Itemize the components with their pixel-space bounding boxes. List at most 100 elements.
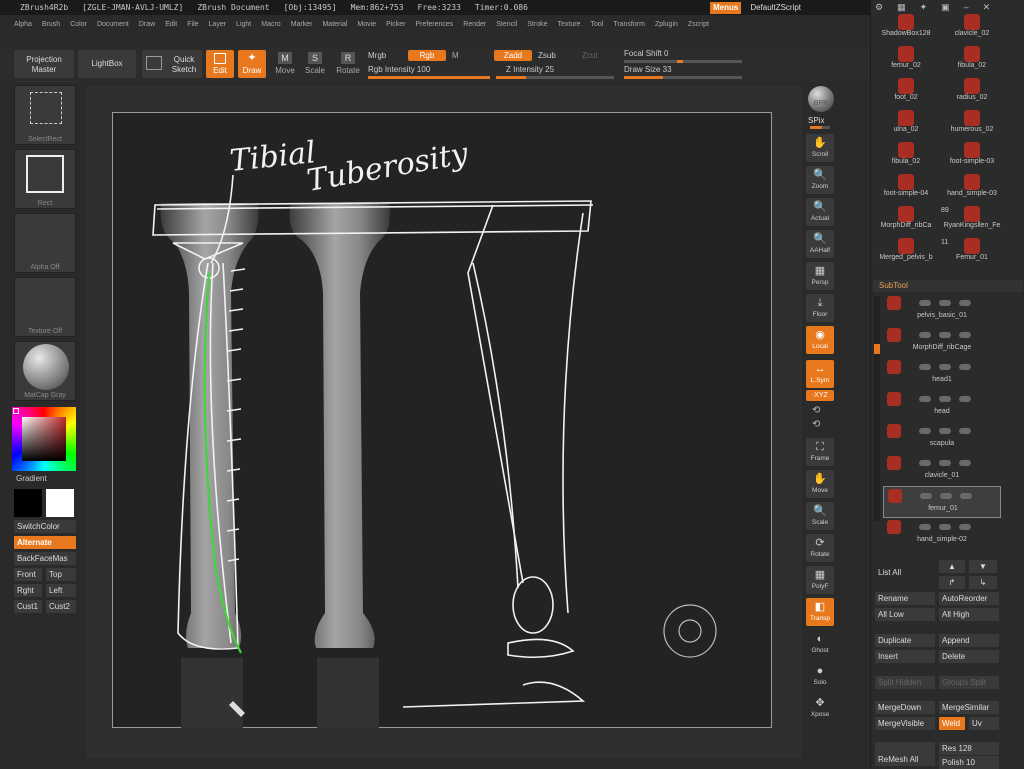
- selectrect-brush-tile[interactable]: SelectRect: [14, 85, 76, 145]
- subtool-toggle-icon[interactable]: [940, 493, 952, 499]
- subtool-row[interactable]: clavicle_01: [883, 454, 1001, 486]
- arrow-turn-down-button[interactable]: ↳: [969, 576, 997, 589]
- subtool-row[interactable]: MorphDiff_ribCage: [883, 326, 1001, 358]
- subtool-toggles[interactable]: [920, 491, 1000, 499]
- menu-stroke[interactable]: Stroke: [527, 21, 547, 28]
- tool-thumbnail[interactable]: ulna_02: [873, 110, 939, 142]
- lightbox-button[interactable]: LightBox: [78, 50, 136, 78]
- all-low-button[interactable]: All Low: [875, 608, 935, 621]
- m-button[interactable]: M: [452, 51, 459, 60]
- tool-thumbnail[interactable]: fibula_02: [873, 142, 939, 174]
- scale-view-button[interactable]: 🔍 Scale: [806, 502, 834, 530]
- document-canvas[interactable]: Tibial Tuberosity: [112, 112, 772, 728]
- rotation-axis-icons[interactable]: ⟲ ⟲: [812, 404, 820, 432]
- visibility-eye-icon[interactable]: [959, 396, 971, 402]
- arrow-turn-up-button[interactable]: ↱: [939, 576, 965, 589]
- subtool-toggle-icon[interactable]: [919, 460, 931, 466]
- solo-button[interactable]: ● Solo: [806, 662, 834, 690]
- auto-reorder-button[interactable]: AutoReorder: [939, 592, 999, 605]
- menu-light[interactable]: Light: [236, 21, 251, 28]
- menu-marker[interactable]: Marker: [291, 21, 313, 28]
- color-picker-square[interactable]: [22, 417, 66, 461]
- tray-minimize-icon[interactable]: –: [964, 2, 969, 14]
- floor-button[interactable]: ⤓ Floor: [806, 294, 834, 322]
- subtool-toggle-icon[interactable]: [939, 332, 951, 338]
- actual-button[interactable]: 🔍 Actual: [806, 198, 834, 226]
- subtool-toggle-icon[interactable]: [919, 300, 931, 306]
- material-tile[interactable]: MatCap Gray: [14, 341, 76, 401]
- left-view-button[interactable]: Left: [46, 584, 76, 597]
- delete-button[interactable]: Delete: [939, 650, 999, 663]
- draw-button[interactable]: ✦ Draw: [238, 50, 266, 78]
- projection-master-button[interactable]: Projection Master: [14, 50, 74, 78]
- arrow-down-button[interactable]: ▼: [969, 560, 997, 573]
- subtool-toggle-icon[interactable]: [939, 300, 951, 306]
- subtool-toggle-icon[interactable]: [939, 460, 951, 466]
- color-picker[interactable]: [12, 407, 76, 471]
- zcut-button[interactable]: Zcut: [582, 51, 598, 60]
- merge-down-button[interactable]: MergeDown: [875, 701, 935, 714]
- menu-edit[interactable]: Edit: [165, 21, 177, 28]
- menu-stencil[interactable]: Stencil: [496, 21, 517, 28]
- subtool-toggle-icon[interactable]: [919, 332, 931, 338]
- menu-transform[interactable]: Transform: [613, 21, 645, 28]
- ghost-button[interactable]: ◐ Ghost: [806, 630, 834, 658]
- weld-button[interactable]: Weld: [939, 717, 965, 730]
- subtool-toggles[interactable]: [919, 362, 999, 370]
- tool-thumbnail[interactable]: MorphDiff_ribCa: [873, 206, 939, 238]
- tool-thumbnail[interactable]: foot-simple-04: [873, 174, 939, 206]
- tool-thumbnail[interactable]: Femur_01: [939, 238, 1005, 270]
- subtool-row[interactable]: scapula: [883, 422, 1001, 454]
- local-button[interactable]: ◉ Local: [806, 326, 834, 354]
- switchcolor-button[interactable]: SwitchColor: [14, 520, 76, 533]
- menu-picker[interactable]: Picker: [386, 21, 405, 28]
- backface-mask-button[interactable]: BackFaceMas: [14, 552, 76, 565]
- duplicate-button[interactable]: Duplicate: [875, 634, 935, 647]
- subtool-toggle-icon[interactable]: [939, 428, 951, 434]
- zoom-button[interactable]: 🔍 Zoom: [806, 166, 834, 194]
- menu-draw[interactable]: Draw: [139, 21, 155, 28]
- visibility-eye-icon[interactable]: [959, 364, 971, 370]
- append-button[interactable]: Append: [939, 634, 999, 647]
- menu-macro[interactable]: Macro: [261, 21, 280, 28]
- subtool-toggle-icon[interactable]: [919, 428, 931, 434]
- quick-sketch-button[interactable]: Quick Sketch: [142, 50, 202, 78]
- tool-thumbnail[interactable]: hand_simple-03: [939, 174, 1005, 206]
- subtool-toggle-icon[interactable]: [919, 396, 931, 402]
- mrgb-button[interactable]: Mrgb: [368, 51, 386, 60]
- subtool-toggles[interactable]: [919, 330, 999, 338]
- visibility-eye-icon[interactable]: [959, 460, 971, 466]
- zsub-button[interactable]: Zsub: [538, 51, 556, 60]
- rgb-intensity-slider[interactable]: [368, 76, 490, 79]
- frame-button[interactable]: ⛶ Frame: [806, 438, 834, 466]
- front-view-button[interactable]: Front: [14, 568, 42, 581]
- menus-button[interactable]: Menus: [710, 1, 742, 14]
- custom-view-2-button[interactable]: Cust2: [46, 600, 76, 613]
- alternate-button[interactable]: Alternate: [14, 536, 76, 549]
- subtool-row[interactable]: head: [883, 390, 1001, 422]
- menu-texture[interactable]: Texture: [557, 21, 580, 28]
- tool-thumbnail[interactable]: Merged_pelvis_b: [873, 238, 939, 270]
- menu-zplugin[interactable]: Zplugin: [655, 21, 678, 28]
- move-view-button[interactable]: ✋ Move: [806, 470, 834, 498]
- rename-button[interactable]: Rename: [875, 592, 935, 605]
- default-zscript-button[interactable]: DefaultZScript: [747, 2, 804, 14]
- texture-tile[interactable]: Texture Off: [14, 277, 76, 337]
- menu-layer[interactable]: Layer: [209, 21, 227, 28]
- subtool-header[interactable]: SubTool: [873, 280, 1023, 292]
- tray-close-icon[interactable]: ✕: [983, 2, 991, 14]
- groups-split-button[interactable]: Groups Split: [939, 676, 999, 689]
- aahalf-button[interactable]: 🔍 AAHalf: [806, 230, 834, 258]
- tool-thumbnail[interactable]: fibula_02: [939, 46, 1005, 78]
- primary-color-swatch[interactable]: [46, 489, 74, 517]
- tool-thumbnail[interactable]: foot-simple-03: [939, 142, 1005, 174]
- visibility-eye-icon[interactable]: [959, 300, 971, 306]
- menu-zscript[interactable]: Zscript: [688, 21, 709, 28]
- top-view-button[interactable]: Top: [46, 568, 76, 581]
- z-intensity-slider[interactable]: [496, 76, 614, 79]
- all-high-button[interactable]: All High: [939, 608, 999, 621]
- visibility-eye-icon[interactable]: [959, 524, 971, 530]
- tray-star-icon[interactable]: ✦: [920, 2, 928, 14]
- polish-slider[interactable]: Polish 10: [939, 756, 999, 769]
- menu-color[interactable]: Color: [70, 21, 87, 28]
